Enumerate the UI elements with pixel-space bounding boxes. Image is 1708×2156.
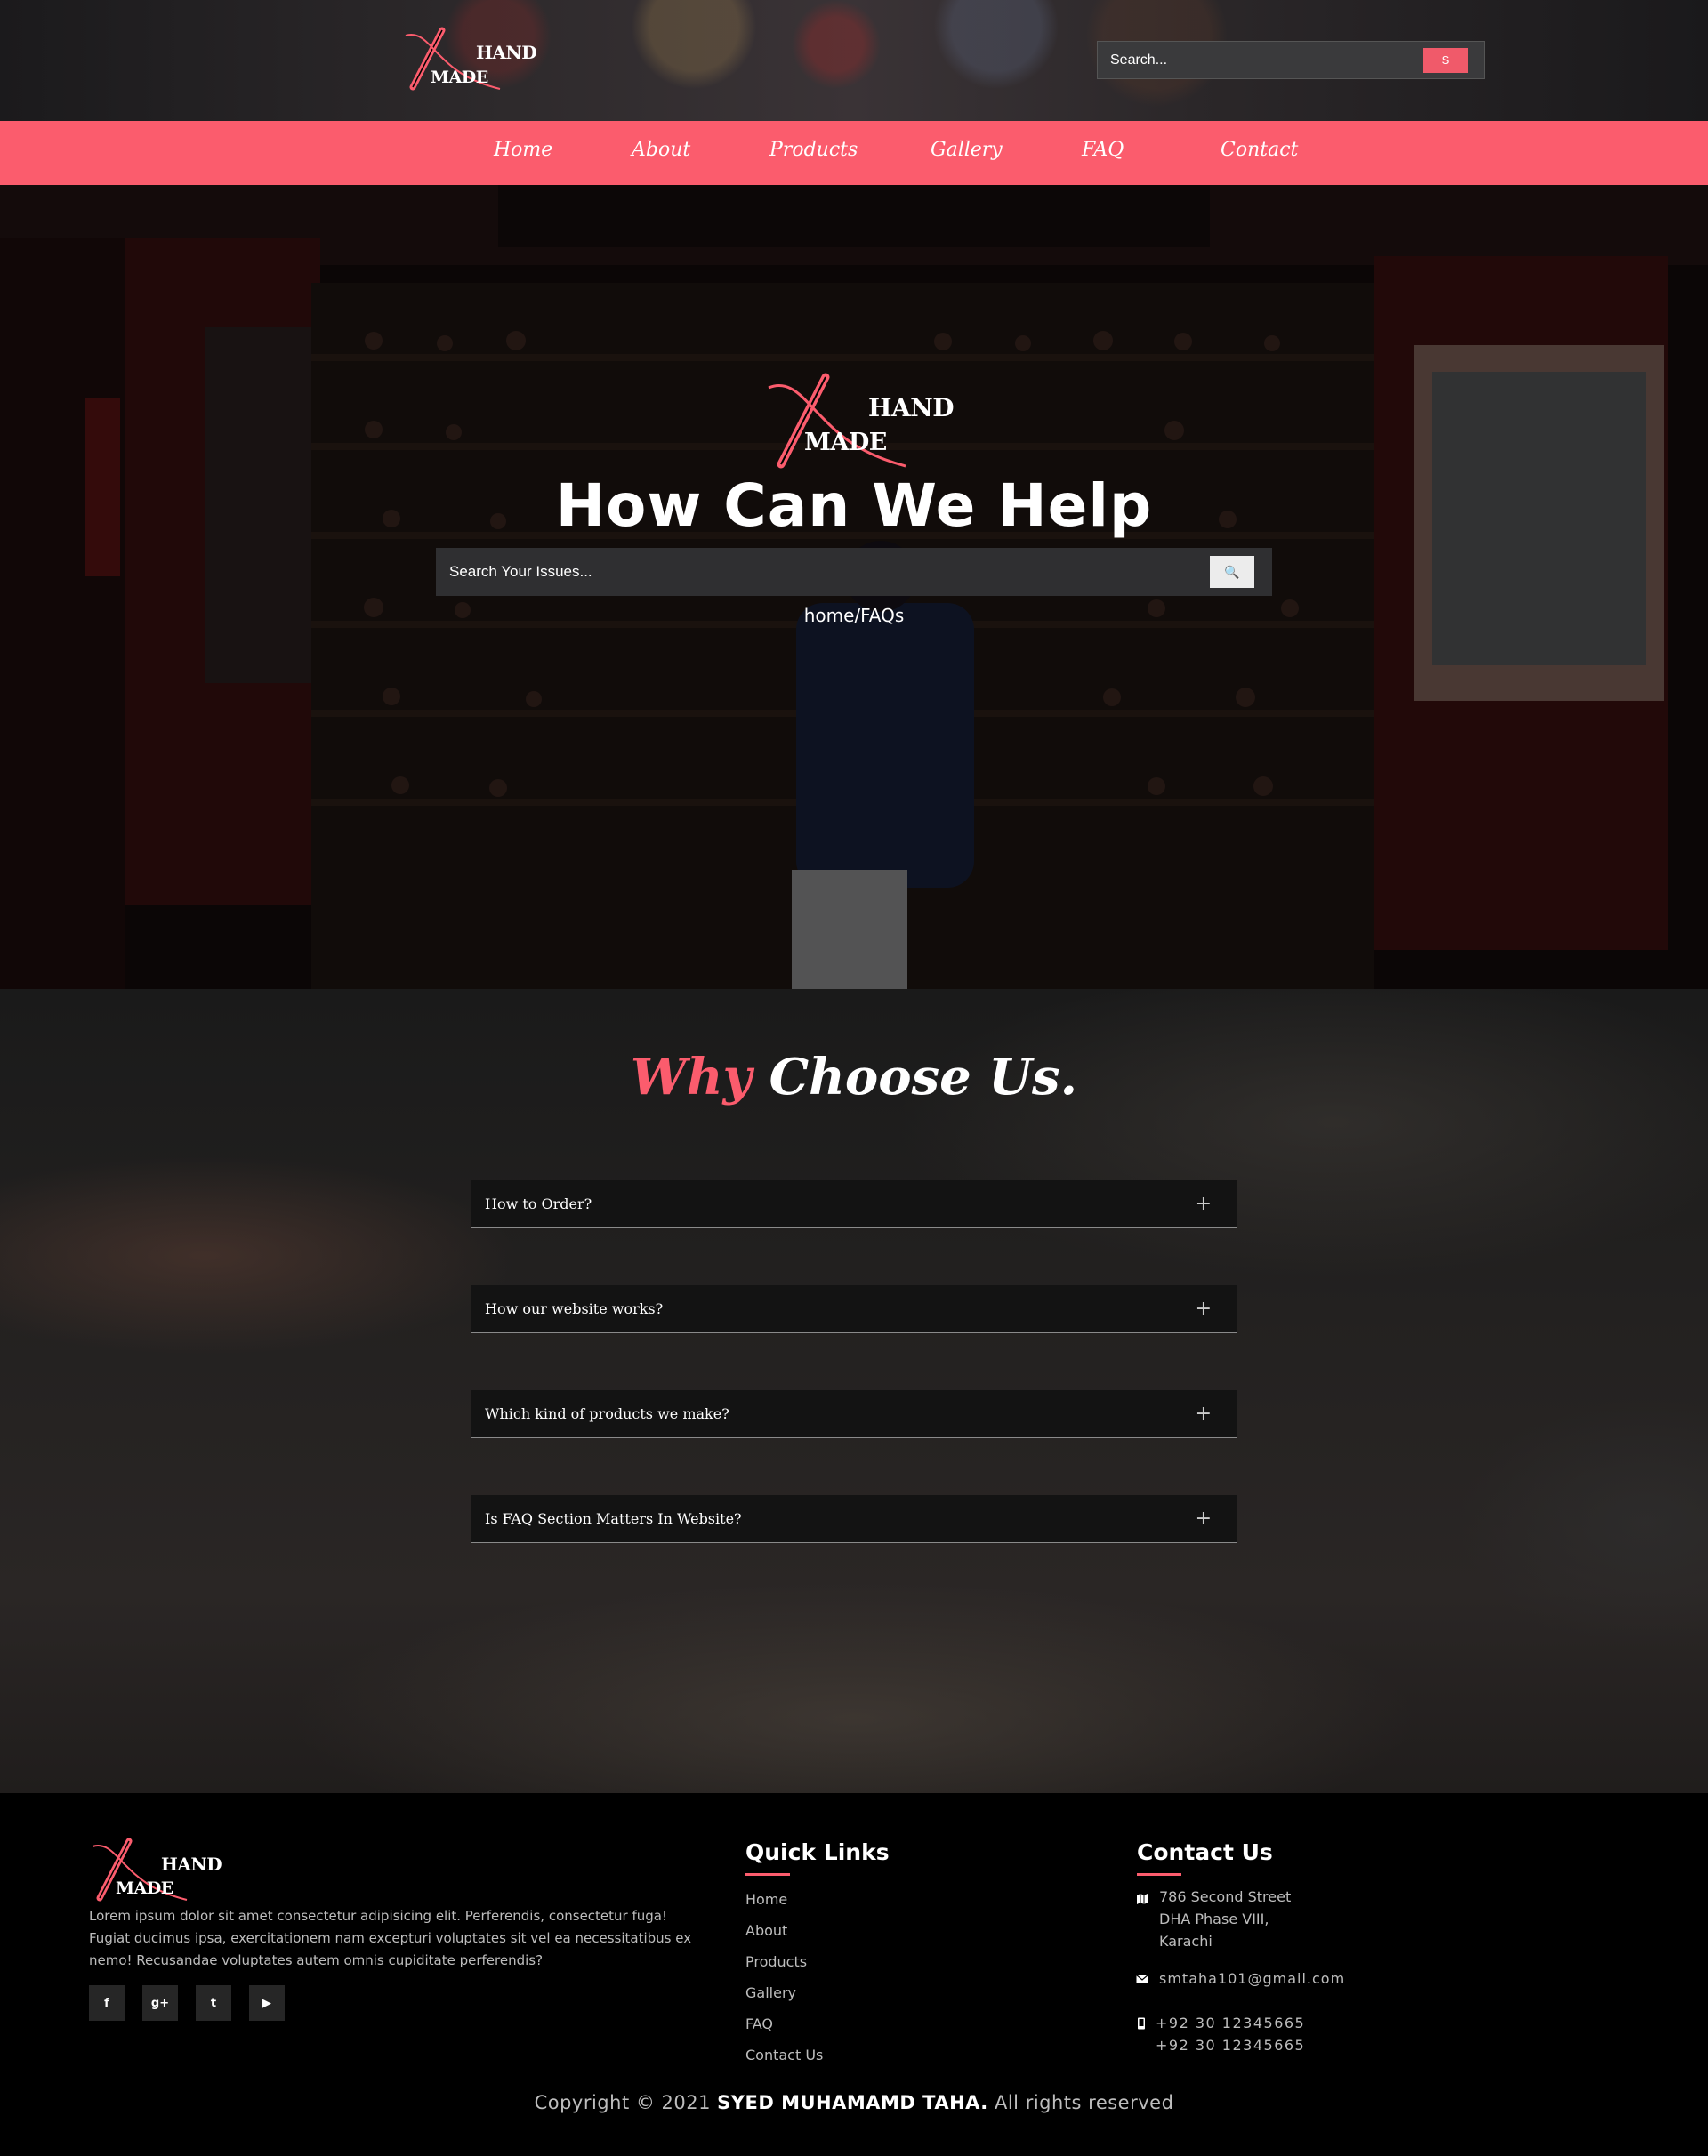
footer-link-about[interactable]: About — [745, 1922, 787, 1939]
header-search-input[interactable] — [1098, 42, 1423, 78]
top-header: HAND MADE S — [0, 0, 1708, 121]
footer-logo: HAND MADE — [89, 1838, 222, 1902]
header-search: S — [1097, 41, 1485, 79]
nav-faq[interactable]: FAQ — [1082, 139, 1124, 161]
search-icon: 🔍 — [1224, 564, 1240, 579]
footer: HAND MADE Lorem ipsum dolor sit amet con… — [0, 1793, 1708, 2156]
faq-question: How our website works? — [485, 1300, 664, 1317]
map-icon — [1137, 1894, 1148, 1904]
hero-section: HAND MADE How Can We Help 🔍 home/FAQs — [0, 185, 1708, 989]
main-nav: Home About Products Gallery FAQ Contact — [0, 121, 1708, 185]
copyright-name: SYED MUHAMAMD TAHA. — [717, 2092, 988, 2113]
address-line: 786 Second Street — [1159, 1888, 1292, 1905]
expand-icon[interactable]: + — [1196, 1403, 1212, 1425]
faq-item[interactable]: How to Order? + — [471, 1180, 1237, 1228]
contact-email[interactable]: smtaha101@gmail.com — [1159, 1967, 1345, 1990]
header-search-button[interactable]: S — [1423, 47, 1468, 73]
expand-icon[interactable]: + — [1196, 1298, 1212, 1320]
expand-icon[interactable]: + — [1196, 1193, 1212, 1215]
footer-link-contact[interactable]: Contact Us — [745, 2047, 823, 2063]
quick-links-title: Quick Links — [745, 1839, 890, 1876]
contact-phones: +92 30 12345665 +92 30 12345665 — [1156, 2012, 1305, 2056]
faq-item[interactable]: Which kind of products we make? + — [471, 1390, 1237, 1438]
contact-phone[interactable]: +92 30 12345665 — [1156, 2012, 1305, 2034]
logo-text-made: MADE — [116, 1878, 173, 1898]
hero-title: How Can We Help — [555, 471, 1153, 540]
section-heading: Why Choose Us. — [0, 1048, 1708, 1106]
contact-title: Contact Us — [1137, 1839, 1273, 1876]
footer-about-text: Lorem ipsum dolor sit amet consectetur a… — [89, 1908, 692, 1968]
footer-link-products[interactable]: Products — [745, 1953, 807, 1970]
contact-phone[interactable]: +92 30 12345665 — [1156, 2034, 1305, 2056]
faq-search-input[interactable] — [436, 548, 1210, 596]
twitter-icon[interactable]: t — [196, 1985, 231, 2021]
address: 786 Second Street DHA Phase VIII, Karach… — [1159, 1886, 1291, 1952]
logo-text-hand: HAND — [868, 393, 955, 422]
hero-logo: HAND MADE — [763, 372, 955, 469]
copyright: Copyright © 2021 SYED MUHAMAMD TAHA. All… — [0, 2092, 1708, 2113]
youtube-icon[interactable]: ▶ — [249, 1985, 285, 2021]
logo-text-made: MADE — [804, 429, 887, 456]
expand-icon[interactable]: + — [1196, 1508, 1212, 1530]
nav-products[interactable]: Products — [769, 139, 858, 161]
footer-link-home[interactable]: Home — [745, 1891, 787, 1908]
faq-search: 🔍 — [436, 548, 1272, 596]
heading-accent: Why — [630, 1048, 753, 1106]
faq-search-button[interactable]: 🔍 — [1210, 556, 1254, 588]
breadcrumb: home/FAQs — [803, 605, 905, 626]
faq-item[interactable]: How our website works? + — [471, 1285, 1237, 1333]
copyright-suffix: All rights reserved — [994, 2092, 1174, 2113]
nav-home[interactable]: Home — [494, 139, 552, 161]
footer-link-faq[interactable]: FAQ — [745, 2015, 773, 2032]
facebook-icon[interactable]: f — [89, 1985, 125, 2021]
faq-question: How to Order? — [485, 1195, 592, 1212]
nav-contact[interactable]: Contact — [1221, 139, 1298, 161]
heading-rest: Choose Us. — [769, 1048, 1078, 1106]
logo-text-hand: HAND — [476, 42, 537, 63]
google-plus-icon[interactable]: g+ — [142, 1985, 178, 2021]
brand-logo[interactable]: HAND MADE — [402, 27, 537, 91]
address-line: DHA Phase VIII, — [1159, 1911, 1269, 1927]
phone-icon — [1138, 2017, 1145, 2030]
faq-section: Why Choose Us. How to Order? + How our w… — [0, 989, 1708, 1793]
logo-text-hand: HAND — [161, 1854, 222, 1875]
logo-text-made: MADE — [431, 68, 488, 87]
faq-question: Is FAQ Section Matters In Website? — [485, 1510, 742, 1527]
copyright-prefix: Copyright © 2021 — [534, 2092, 711, 2113]
address-line: Karachi — [1159, 1933, 1213, 1950]
faq-question: Which kind of products we make? — [485, 1405, 729, 1422]
nav-about[interactable]: About — [632, 139, 690, 161]
footer-link-gallery[interactable]: Gallery — [745, 1984, 796, 2001]
faq-item[interactable]: Is FAQ Section Matters In Website? + — [471, 1495, 1237, 1543]
nav-gallery[interactable]: Gallery — [931, 139, 1003, 161]
mail-icon — [1136, 1975, 1148, 1983]
